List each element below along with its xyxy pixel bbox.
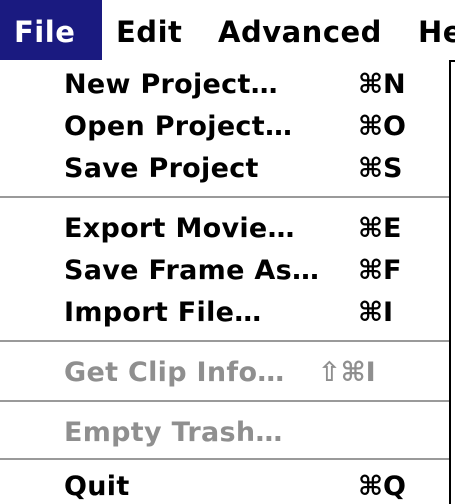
menu-file[interactable]: File	[0, 0, 102, 60]
file-menu-dropdown: New Project… ⌘N Open Project… ⌘O Save Pr…	[0, 60, 451, 504]
menu-item-shortcut: ⌘E	[358, 213, 402, 244]
menu-item-save-project[interactable]: Save Project ⌘S	[0, 146, 449, 188]
menu-item-empty-trash: Empty Trash…	[0, 410, 449, 452]
menu-item-label: Quit	[64, 471, 130, 502]
menu-item-export-movie[interactable]: Export Movie… ⌘E	[0, 206, 449, 248]
menu-item-label: Empty Trash…	[64, 417, 283, 448]
menu-item-shortcut: ⌘N	[358, 69, 406, 100]
menu-item-shortcut: ⌘Q	[358, 471, 407, 502]
menu-item-shortcut: ⌘F	[358, 255, 402, 286]
menu-item-quit[interactable]: Quit ⌘Q	[0, 464, 449, 504]
menu-separator	[0, 196, 449, 198]
menu-item-save-frame-as[interactable]: Save Frame As… ⌘F	[0, 248, 449, 290]
menu-bar: File Edit Advanced He	[0, 0, 455, 62]
menu-advanced[interactable]: Advanced	[218, 0, 382, 60]
menu-item-label: New Project…	[64, 69, 278, 100]
menu-item-import-file[interactable]: Import File… ⌘I	[0, 290, 449, 332]
menu-item-open-project[interactable]: Open Project… ⌘O	[0, 104, 449, 146]
menu-separator	[0, 340, 449, 342]
menu-separator	[0, 458, 449, 460]
menu-item-label: Save Frame As…	[64, 255, 320, 286]
menu-item-label: Save Project	[64, 153, 259, 184]
menu-help[interactable]: He	[418, 0, 455, 60]
menu-item-shortcut: ⌘I	[358, 297, 394, 328]
menu-item-label: Import File…	[64, 297, 262, 328]
menu-item-label: Export Movie…	[64, 213, 295, 244]
menu-item-label: Open Project…	[64, 111, 293, 142]
menu-item-new-project[interactable]: New Project… ⌘N	[0, 62, 449, 104]
menu-item-label: Get Clip Info…	[64, 357, 285, 388]
menu-item-shortcut: ⇧⌘I	[318, 357, 376, 388]
menu-edit[interactable]: Edit	[116, 0, 182, 60]
menu-item-get-clip-info: Get Clip Info… ⇧⌘I	[0, 350, 449, 392]
menu-item-shortcut: ⌘S	[358, 153, 403, 184]
menu-separator	[0, 400, 449, 402]
menu-item-shortcut: ⌘O	[358, 111, 407, 142]
